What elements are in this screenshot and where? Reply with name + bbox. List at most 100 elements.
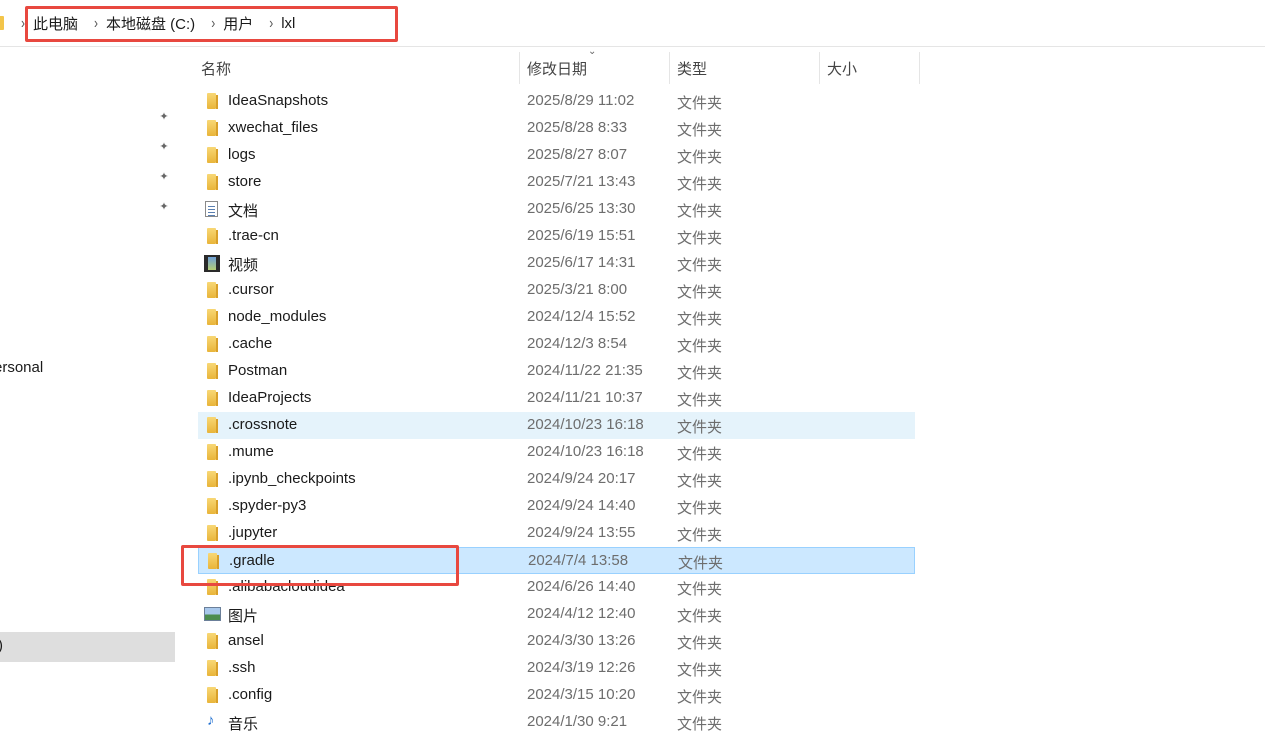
folder-icon xyxy=(205,120,219,137)
file-date: 2024/9/24 13:55 xyxy=(527,524,636,541)
file-date: 2024/12/4 15:52 xyxy=(527,308,636,325)
file-name: .gradle xyxy=(229,552,275,569)
folder-icon-glyph xyxy=(207,417,218,433)
pin-icon[interactable]: ✦ xyxy=(158,111,170,123)
breadcrumb-item-users[interactable]: 用户 xyxy=(222,13,254,34)
breadcrumb: › 此电脑 › 本地磁盘 (C:) › 用户 › lxl xyxy=(14,0,296,46)
file-date: 2024/9/24 20:17 xyxy=(527,470,636,487)
file-row[interactable]: .jupyter 2024/9/24 13:55 文件夹 xyxy=(198,520,915,547)
pictures-icon-glyph xyxy=(204,607,221,621)
file-date: 2024/3/30 13:26 xyxy=(527,632,636,649)
file-type: 文件夹 xyxy=(677,338,723,355)
breadcrumb-item-lxl[interactable]: lxl xyxy=(280,15,296,32)
column-header-size[interactable]: 大小 xyxy=(827,52,857,84)
file-date: 2025/6/25 13:30 xyxy=(527,200,636,217)
file-row[interactable]: Postman 2024/11/22 21:35 文件夹 xyxy=(198,358,915,385)
chevron-right-icon[interactable]: › xyxy=(262,14,280,32)
folder-icon-glyph xyxy=(207,282,218,298)
folder-icon xyxy=(205,579,219,596)
folder-icon xyxy=(205,336,219,353)
file-row[interactable]: .crossnote 2024/10/23 16:18 文件夹 xyxy=(198,412,915,439)
file-date: 2025/7/21 13:43 xyxy=(527,173,636,190)
file-row[interactable]: .cache 2024/12/3 8:54 文件夹 xyxy=(198,331,915,358)
folder-icon xyxy=(0,16,4,30)
file-name: .mume xyxy=(228,443,274,460)
pin-icon[interactable]: ✦ xyxy=(158,201,170,213)
file-row[interactable]: ansel 2024/3/30 13:26 文件夹 xyxy=(198,628,915,655)
nav-item-selected[interactable]: ) xyxy=(0,632,175,662)
nav-item-label: ) xyxy=(0,637,3,654)
file-date: 2025/6/17 14:31 xyxy=(527,254,636,271)
file-name: logs xyxy=(228,146,256,163)
folder-icon-glyph xyxy=(207,363,218,379)
column-divider[interactable] xyxy=(819,52,820,84)
folder-icon xyxy=(205,633,219,650)
file-type: 文件夹 xyxy=(677,257,723,274)
file-row[interactable]: IdeaProjects 2024/11/21 10:37 文件夹 xyxy=(198,385,915,412)
file-row[interactable]: .mume 2024/10/23 16:18 文件夹 xyxy=(198,439,915,466)
file-date: 2025/6/19 15:51 xyxy=(527,227,636,244)
file-row[interactable]: .ssh 2024/3/19 12:26 文件夹 xyxy=(198,655,915,682)
file-row[interactable]: .config 2024/3/15 10:20 文件夹 xyxy=(198,682,915,709)
folder-icon xyxy=(205,147,219,164)
column-header-date[interactable]: 修改日期 xyxy=(527,52,587,84)
column-divider[interactable] xyxy=(519,52,520,84)
chevron-right-icon[interactable]: › xyxy=(204,14,222,32)
column-header-type[interactable]: 类型 xyxy=(677,52,707,84)
breadcrumb-item-this-pc[interactable]: 此电脑 xyxy=(32,13,79,34)
file-date: 2024/12/3 8:54 xyxy=(527,335,628,352)
folder-icon xyxy=(205,525,219,542)
folder-icon xyxy=(205,417,219,434)
file-row[interactable]: 视频 2025/6/17 14:31 文件夹 xyxy=(198,250,915,277)
navigation-pane: ✦ ✦ ✦ ✦ ersonal ) xyxy=(0,47,176,725)
folder-icon xyxy=(205,498,219,515)
file-type: 文件夹 xyxy=(677,500,723,517)
file-type: 文件夹 xyxy=(677,581,723,598)
file-row[interactable]: store 2025/7/21 13:43 文件夹 xyxy=(198,169,915,196)
address-bar[interactable]: › 此电脑 › 本地磁盘 (C:) › 用户 › lxl xyxy=(0,0,1265,47)
column-divider[interactable] xyxy=(919,52,920,84)
folder-icon xyxy=(205,687,219,704)
nav-item-personal[interactable]: ersonal xyxy=(0,359,176,376)
file-row[interactable]: xwechat_files 2025/8/28 8:33 文件夹 xyxy=(198,115,915,142)
file-type: 文件夹 xyxy=(677,635,723,652)
file-date: 2024/11/22 21:35 xyxy=(527,362,643,379)
file-row[interactable]: 图片 2024/4/12 12:40 文件夹 xyxy=(198,601,915,628)
pin-icon[interactable]: ✦ xyxy=(158,141,170,153)
nav-item-label: ersonal xyxy=(0,359,44,376)
chevron-right-icon[interactable]: › xyxy=(14,14,32,32)
column-divider[interactable] xyxy=(669,52,670,84)
column-header-label: 名称 xyxy=(201,60,232,78)
file-row[interactable]: .gradle 2024/7/4 13:58 文件夹 xyxy=(198,547,915,574)
file-row[interactable]: 文档 2025/6/25 13:30 文件夹 xyxy=(198,196,915,223)
column-header-label: 类型 xyxy=(677,60,708,78)
file-name: .ssh xyxy=(228,659,256,676)
file-type: 文件夹 xyxy=(677,392,723,409)
column-header-label: 大小 xyxy=(827,60,858,78)
breadcrumb-item-local-disk[interactable]: 本地磁盘 (C:) xyxy=(105,13,196,34)
file-row[interactable]: logs 2025/8/27 8:07 文件夹 xyxy=(198,142,915,169)
file-row[interactable]: .alibabacloudidea 2024/6/26 14:40 文件夹 xyxy=(198,574,915,601)
file-row[interactable]: .cursor 2025/3/21 8:00 文件夹 xyxy=(198,277,915,304)
column-header-name[interactable]: 名称 xyxy=(201,52,231,84)
file-date: 2024/10/23 16:18 xyxy=(527,443,644,460)
file-type: 文件夹 xyxy=(677,473,723,490)
file-type: 文件夹 xyxy=(677,95,723,112)
file-row[interactable]: node_modules 2024/12/4 15:52 文件夹 xyxy=(198,304,915,331)
file-row[interactable]: .spyder-py3 2024/9/24 14:40 文件夹 xyxy=(198,493,915,520)
file-row[interactable]: ♪ 音乐 2024/1/30 9:21 文件夹 xyxy=(198,709,915,736)
music-icon-glyph: ♪ xyxy=(207,712,215,729)
file-date: 2024/1/30 9:21 xyxy=(527,713,628,730)
file-row[interactable]: IdeaSnapshots 2025/8/29 11:02 文件夹 xyxy=(198,88,915,115)
file-row[interactable]: .trae-cn 2025/6/19 15:51 文件夹 xyxy=(198,223,915,250)
file-type: 文件夹 xyxy=(677,176,723,193)
file-name: .jupyter xyxy=(228,524,278,541)
folder-icon xyxy=(206,553,220,570)
chevron-right-icon[interactable]: › xyxy=(87,14,105,32)
file-name: .crossnote xyxy=(228,416,298,433)
file-name: .cursor xyxy=(228,281,274,298)
pin-icon[interactable]: ✦ xyxy=(158,171,170,183)
file-date: 2024/3/15 10:20 xyxy=(527,686,636,703)
pictures-icon xyxy=(204,606,221,623)
file-row[interactable]: .ipynb_checkpoints 2024/9/24 20:17 文件夹 xyxy=(198,466,915,493)
